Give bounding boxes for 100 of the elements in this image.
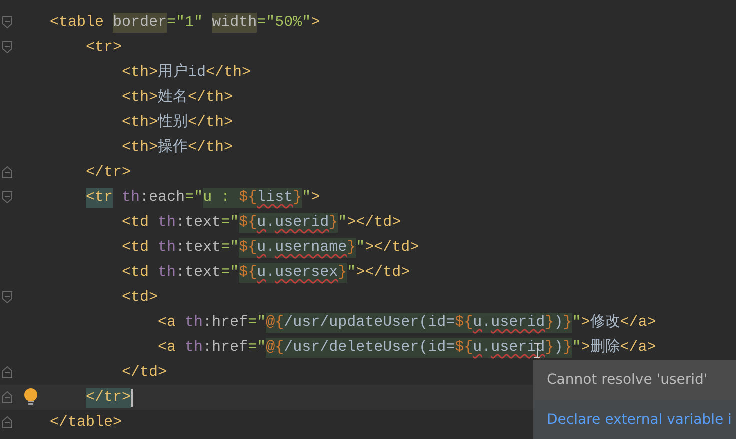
html-tag: </tr> [14,162,132,182]
code-text: 修改 [590,312,620,332]
html-tag: > [581,312,590,332]
code-text: 姓名 [158,88,188,108]
html-tag: </table> [14,412,122,432]
expression-delimiter: } [545,338,554,358]
html-tag: </tr> [86,388,132,408]
unresolved-reference: u [473,338,482,358]
unresolved-reference: u [257,262,266,282]
expression-delimiter: } [293,188,302,208]
code-text: . [482,338,492,358]
expression-delimiter: ${ [239,238,258,258]
attribute-value: " [302,188,312,208]
code-text: 操作 [158,138,188,158]
html-tag: <td [14,262,150,282]
html-tag: </th> [188,138,234,158]
attribute-name: width [212,12,258,32]
attribute-name: :href [203,338,248,358]
expression-delimiter: @{ [266,312,284,332]
attribute-value: " [572,338,582,358]
html-tag: </th> [188,88,234,108]
attribute-name: :href [203,312,248,332]
fold-icon[interactable] [2,366,12,379]
attribute-value: " [338,212,348,232]
attribute-value: =" [221,262,240,282]
html-tag: <th> [14,62,158,82]
attribute-value: " [356,238,366,258]
fold-icon[interactable] [2,191,12,204]
namespace-prefix: th [121,188,140,208]
fold-icon[interactable] [2,166,12,179]
html-tag: </a> [620,312,656,332]
fold-icon[interactable] [2,16,12,29]
html-tag: > [311,188,320,208]
unresolved-reference: userid [275,212,330,232]
lightbulb-icon[interactable] [24,388,38,406]
attribute-name: border [113,12,168,32]
fold-icon[interactable] [2,391,12,404]
html-tag: > [311,12,320,32]
code-text: . [266,262,276,282]
code-text: 删除 [590,338,620,358]
unresolved-reference: u [257,212,266,232]
unresolved-reference: list [257,188,294,208]
html-tag: <th> [14,112,158,132]
html-tag: <a [14,312,176,332]
code-text: . [266,238,276,258]
namespace-prefix: th [157,212,176,232]
expression-delimiter: } [329,212,338,232]
code-text: /usr/updateUser(id= [284,312,456,332]
attribute-value: ="50%" [257,12,312,32]
namespace-prefix: th [157,238,176,258]
unresolved-reference: usersex [275,262,338,282]
fold-icon[interactable] [2,41,12,54]
attribute-value: =" [248,338,266,358]
html-tag: <a [14,338,176,358]
html-tag: <th> [14,88,158,108]
unresolved-reference: username [275,238,348,258]
unresolved-reference: u [257,238,266,258]
code-text: . [266,212,276,232]
html-tag: ></td> [356,262,410,282]
expression-delimiter: } [338,262,348,282]
unresolved-reference: u [473,312,482,332]
html-tag: <td> [14,288,158,308]
expression-delimiter: } [563,338,572,358]
code-text: /usr/deleteUser(id= [284,338,456,358]
expression-delimiter: ${ [455,338,474,358]
expression-delimiter: ${ [239,262,258,282]
attribute-value: ="1" [167,12,204,32]
code-text: ) [554,338,564,358]
fold-icon[interactable] [2,291,12,304]
attribute-value: =" [185,188,204,208]
code-text: 性别 [158,112,188,132]
namespace-prefix: th [184,312,204,332]
html-tag: ></td> [365,238,420,258]
html-tag: </th> [206,62,252,82]
expression-delimiter: } [347,238,356,258]
html-tag: <table [14,12,114,32]
attribute-name: :text [176,262,222,282]
fold-icon[interactable] [2,416,12,429]
code-text: 用户id [158,62,206,82]
namespace-prefix: th [157,262,176,282]
html-tag: > [581,338,590,358]
html-tag: <th> [14,138,158,158]
expression-delimiter: ${ [239,212,258,232]
attribute-name: :text [176,212,222,232]
html-tag: <tr> [14,38,122,58]
expression-delimiter: } [545,312,554,332]
attribute-name: :each [140,188,186,208]
expression-delimiter: ${ [239,188,258,208]
expression-delimiter: } [563,312,572,332]
expression-delimiter: @{ [266,338,284,358]
attribute-value: =" [221,238,240,258]
namespace-prefix: th [184,338,204,358]
attribute-value: =" [221,212,240,232]
html-tag: </a> [620,338,656,358]
html-tag: <td [14,238,150,258]
quick-fix-link[interactable]: Declare external variable i [533,400,736,439]
expression-delimiter: ${ [455,312,474,332]
html-tag: </td> [14,362,168,382]
attribute-value: " [347,262,356,282]
html-tag: <tr [86,188,114,208]
